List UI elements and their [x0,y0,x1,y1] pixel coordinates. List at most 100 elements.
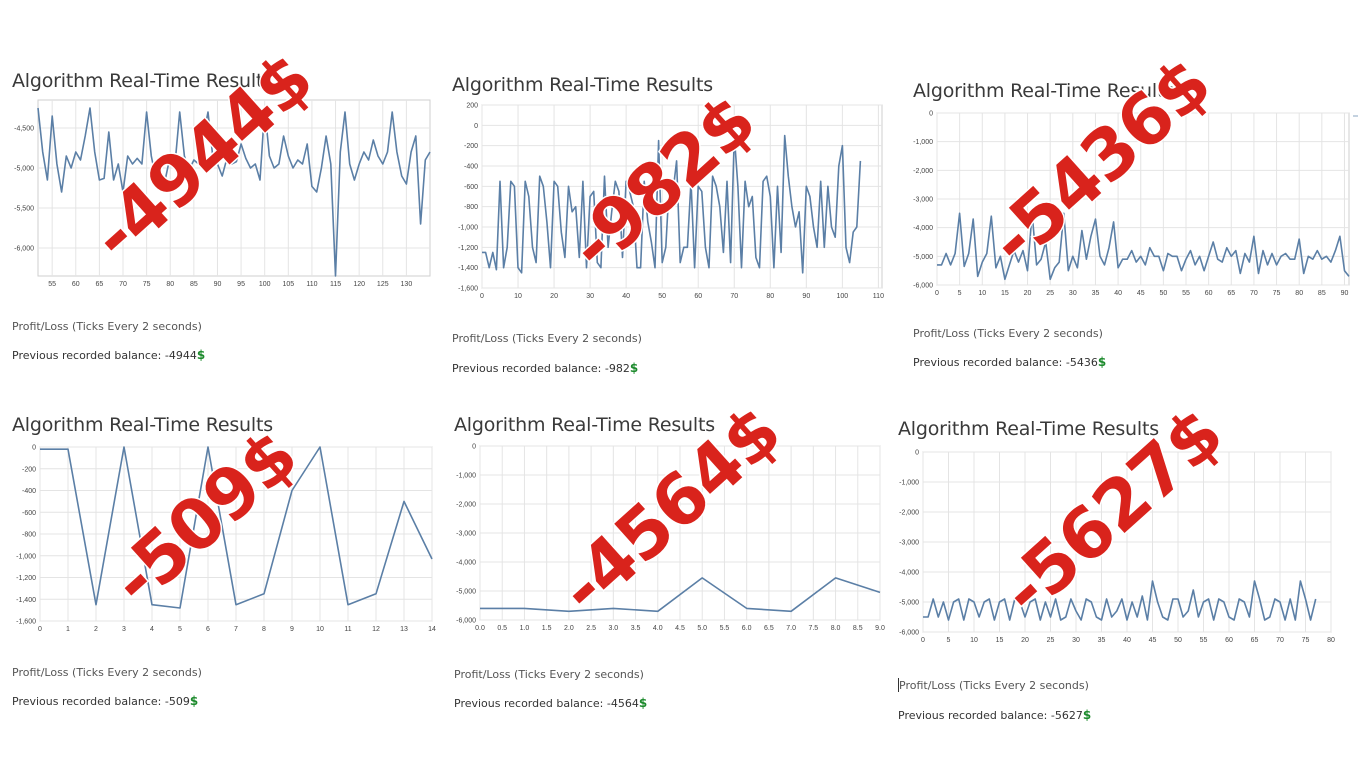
heavy-dollar-sign-icon: $ [638,696,648,710]
x-tick-label: 65 [95,281,103,288]
y-tick-label: -200 [464,143,478,150]
x-tick-label: 4.5 [675,625,685,632]
panel-1-balance: Previous recorded balance: -4944$ [12,348,205,362]
panel-1-chart: 55 60 65 70 75 80 85 90 95 100 105 110 115 120 125 130 -… [14,99,431,288]
y-tick-label: 0 [474,123,478,130]
panel-1-caption: Profit/Loss (Ticks Every 2 seconds) [12,320,202,333]
panel-5-chart: 0.0 0.5 1.0 1.5 2.0 2.5 3.0 3.5 4.0 4.5 5.0 5.5 6.0 6… [456,444,885,633]
x-tick-label: 50 [1174,637,1182,644]
x-tick-label: 10 [970,637,978,644]
x-tick-label: 2.0 [564,625,574,632]
y-tick-label: 0 [32,445,36,452]
balance-value: -5627 [1050,709,1083,722]
x-tick-label: 120 [353,281,365,288]
panel-4-title: Algorithm Real-Time Results [12,414,273,436]
panel-2-caption: Profit/Loss (Ticks Every 2 seconds) [452,332,642,345]
heavy-dollar-sign-icon: $ [196,348,206,362]
y-tick-label: 0 [472,444,476,451]
x-tick-label: 130 [401,281,413,288]
x-tick-label: 90 [214,281,222,288]
x-tick-label: 3.5 [631,625,641,632]
x-tick-label: 65 [1227,290,1235,297]
plot-area [37,99,431,277]
x-tick-label: 70 [730,293,738,300]
y-tick-label: -6,000 [14,246,34,253]
y-tick-label: -1,600 [458,286,478,293]
x-tick-label: 90 [802,293,810,300]
x-tick-label: 5 [958,290,962,297]
y-tick-label: -600 [464,184,478,191]
x-tick-label: 3.0 [608,625,618,632]
x-tick-label: 4 [150,626,154,633]
y-tick-label: -3,000 [456,531,476,538]
x-tick-label: 115 [330,281,341,288]
panel-3-chart: 0 5 10 15 20 25 30 35 40 45 50 55 60 65 70 75 80 85 90 0 -1,… [913,111,1358,297]
y-tick-label: -3,000 [899,540,919,547]
x-tick-label: 10 [316,626,324,633]
y-tick-label: 0 [915,450,919,457]
x-tick-label: 90 [1341,290,1349,297]
x-tick-label: 75 [1273,290,1281,297]
panel-6-chart: 0 5 10 15 20 25 30 35 40 45 50 55 60 65 70 75 80 0 -1,000 -… [899,450,1335,645]
y-tick-label: -1,400 [458,265,478,272]
balance-value: -982 [604,362,630,375]
x-tick-label: 12 [372,626,380,633]
x-tick-label: 8.5 [853,625,863,632]
x-tick-label: 70 [119,281,127,288]
y-tick-label: -1,200 [458,245,478,252]
y-tick-label: -800 [464,204,478,211]
x-tick-label: 6.5 [764,625,774,632]
y-tick-label: -2,000 [456,502,476,509]
panel-3-title: Algorithm Real-Time Results [913,80,1174,102]
x-tick-label: 100 [259,281,271,288]
panel-6-balance: Previous recorded balance: -5627$ [898,708,1091,722]
x-tick-label: 5 [178,626,182,633]
x-tick-label: 80 [766,293,774,300]
x-tick-label: 8 [262,626,266,633]
panel-5-title: Algorithm Real-Time Results [454,414,715,436]
x-tick-label: 20 [1024,290,1032,297]
x-tick-label: 0.5 [497,625,507,632]
panel-2-balance: Previous recorded balance: -982$ [452,361,638,375]
y-tick-label: -5,000 [913,254,933,261]
balance-label: Previous recorded balance: [12,349,165,362]
x-tick-label: 1 [66,626,70,633]
panel-3-caption: Profit/Loss (Ticks Every 2 seconds) [913,327,1103,340]
x-tick-label: 1.5 [542,625,552,632]
balance-label: Previous recorded balance: [913,356,1066,369]
panel-6-title: Algorithm Real-Time Results [898,418,1159,440]
heavy-dollar-sign-icon: $ [1097,355,1107,369]
heavy-dollar-sign-icon: $ [629,361,639,375]
x-tick-label: 60 [694,293,702,300]
x-tick-label: 60 [1205,290,1213,297]
x-tick-label: 40 [622,293,630,300]
x-tick-label: 10 [978,290,986,297]
y-tick-label: -4,000 [913,225,933,232]
y-tick-label: -6,000 [456,618,476,625]
x-tick-label: 100 [837,293,849,300]
x-tick-label: 7.5 [808,625,818,632]
x-tick-label: 60 [72,281,80,288]
x-tick-label: 6 [206,626,210,633]
x-tick-label: 6.0 [742,625,752,632]
x-tick-label: 25 [1047,637,1055,644]
y-tick-label: -1,000 [899,480,919,487]
y-tick-label: -1,000 [456,473,476,480]
x-tick-label: 80 [1295,290,1303,297]
panel-2-chart: 0 10 20 30 40 50 60 70 80 90 100 110 200 0 -200 -400 -60… [458,103,884,301]
x-tick-label: 30 [1072,637,1080,644]
y-tick-label: -4,000 [456,560,476,567]
x-tick-label: 0 [480,293,484,300]
panel-4-caption: Profit/Loss (Ticks Every 2 seconds) [12,666,202,679]
y-tick-label: 0 [929,111,933,118]
x-tick-label: 125 [377,281,389,288]
y-tick-label: -5,000 [899,600,919,607]
x-tick-label: 1.0 [520,625,530,632]
x-tick-label: 10 [514,293,522,300]
panel-5-balance: Previous recorded balance: -4564$ [454,696,647,710]
x-tick-label: 40 [1114,290,1122,297]
balance-label: Previous recorded balance: [452,362,605,375]
y-tick-label: 200 [466,103,478,110]
panel-6-caption: Profit/Loss (Ticks Every 2 seconds) [899,679,1089,692]
x-tick-label: 15 [1001,290,1009,297]
